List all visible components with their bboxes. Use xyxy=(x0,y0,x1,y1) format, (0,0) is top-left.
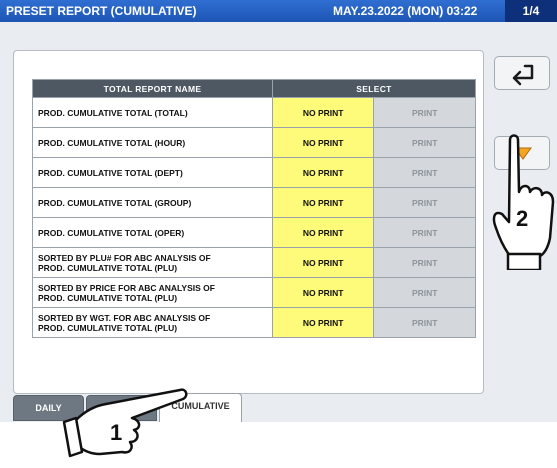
step-2-label: 2 xyxy=(516,206,528,231)
table-row: PROD. CUMULATIVE TOTAL (GROUP) NO PRINT PR… xyxy=(32,187,476,218)
date-time: MAY.23.2022 (MON) 03:22 xyxy=(333,4,478,18)
table-row: SORTED BY PLU# FOR ABC ANALYSIS OF PROD. … xyxy=(32,247,476,278)
table-row: PROD. CUMULATIVE TOTAL (OPER) NO PRINT PRI… xyxy=(32,217,476,248)
return-arrow-icon xyxy=(512,64,534,86)
report-name-line2: PROD. CUMULATIVE TOTAL (PLU) xyxy=(38,262,178,273)
report-name-cell: PROD. CUMULATIVE TOTAL (TOTAL) xyxy=(32,97,273,128)
no-print-button[interactable]: NO PRINT xyxy=(271,217,375,248)
print-button[interactable]: PRINT xyxy=(373,277,476,308)
report-name-cell: PROD. CUMULATIVE TOTAL (HOUR) xyxy=(32,127,273,158)
no-print-button[interactable]: NO PRINT xyxy=(271,187,375,218)
pointing-hand-icon: 2 xyxy=(492,134,555,270)
print-button[interactable]: PRINT xyxy=(373,217,476,248)
report-table: TOTAL REPORT NAME SELECT PROD. CUMULATIV… xyxy=(32,79,477,338)
page-title: PRESET REPORT (CUMULATIVE) xyxy=(6,4,197,18)
report-name-cell: SORTED BY WGT. FOR ABC ANALYSIS OF PROD. … xyxy=(32,307,273,338)
report-name-line1: SORTED BY WGT. FOR ABC ANALYSIS OF xyxy=(38,312,211,323)
print-button[interactable]: PRINT xyxy=(373,247,476,278)
table-header-row: TOTAL REPORT NAME SELECT xyxy=(32,79,477,98)
print-button[interactable]: PRINT xyxy=(373,187,476,218)
report-name-cell: SORTED BY PLU# FOR ABC ANALYSIS OF PROD. … xyxy=(32,247,273,278)
title-bar: PRESET REPORT (CUMULATIVE) MAY.23.2022 (… xyxy=(0,0,557,22)
no-print-button[interactable]: NO PRINT xyxy=(271,127,375,158)
col-header-total-report-name: TOTAL REPORT NAME xyxy=(32,79,273,98)
report-name-line2: PROD. CUMULATIVE TOTAL (PLU) xyxy=(38,322,178,333)
no-print-button[interactable]: NO PRINT xyxy=(271,247,375,278)
report-name-cell: SORTED BY PRICE FOR ABC ANALYSIS OF PROD.… xyxy=(32,277,273,308)
print-button[interactable]: PRINT xyxy=(373,97,476,128)
no-print-button[interactable]: NO PRINT xyxy=(271,277,375,308)
report-panel: TOTAL REPORT NAME SELECT PROD. CUMULATIV… xyxy=(13,50,484,394)
no-print-button[interactable]: NO PRINT xyxy=(271,307,375,338)
no-print-button[interactable]: NO PRINT xyxy=(271,157,375,188)
report-name-line1: PROD. CUMULATIVE TOTAL (GROUP) xyxy=(38,197,192,208)
report-name-line1: SORTED BY PLU# FOR ABC ANALYSIS OF xyxy=(38,252,211,263)
report-name-line1: SORTED BY PRICE FOR ABC ANALYSIS OF xyxy=(38,282,215,293)
pointing-hand-icon: 1 xyxy=(62,388,188,458)
step-1-label: 1 xyxy=(110,420,122,445)
report-name-cell: PROD. CUMULATIVE TOTAL (DEPT) xyxy=(32,157,273,188)
table-row: SORTED BY PRICE FOR ABC ANALYSIS OF PROD.… xyxy=(32,277,476,308)
report-name-line1: PROD. CUMULATIVE TOTAL (DEPT) xyxy=(38,167,183,178)
print-button[interactable]: PRINT xyxy=(373,307,476,338)
work-area: TOTAL REPORT NAME SELECT PROD. CUMULATIV… xyxy=(0,22,557,444)
table-row: SORTED BY WGT. FOR ABC ANALYSIS OF PROD. … xyxy=(32,307,476,338)
col-header-select: SELECT xyxy=(271,79,477,98)
report-name-cell: PROD. CUMULATIVE TOTAL (GROUP) xyxy=(32,187,273,218)
no-print-button[interactable]: NO PRINT xyxy=(271,97,375,128)
report-name-line1: PROD. CUMULATIVE TOTAL (OPER) xyxy=(38,227,185,238)
report-name-cell: PROD. CUMULATIVE TOTAL (OPER) xyxy=(32,217,273,248)
report-name-line1: PROD. CUMULATIVE TOTAL (HOUR) xyxy=(38,137,186,148)
report-name-line2: PROD. CUMULATIVE TOTAL (PLU) xyxy=(38,292,178,303)
table-row: PROD. CUMULATIVE TOTAL (HOUR) NO PRINT PRI… xyxy=(32,127,476,158)
page-indicator: 1/4 xyxy=(505,0,557,22)
back-button[interactable] xyxy=(494,56,550,90)
print-button[interactable]: PRINT xyxy=(373,127,476,158)
table-row: PROD. CUMULATIVE TOTAL (TOTAL) NO PRINT PR… xyxy=(32,97,476,128)
table-row: PROD. CUMULATIVE TOTAL (DEPT) NO PRINT PRI… xyxy=(32,157,476,188)
report-name-line1: PROD. CUMULATIVE TOTAL (TOTAL) xyxy=(38,107,188,118)
print-button[interactable]: PRINT xyxy=(373,157,476,188)
